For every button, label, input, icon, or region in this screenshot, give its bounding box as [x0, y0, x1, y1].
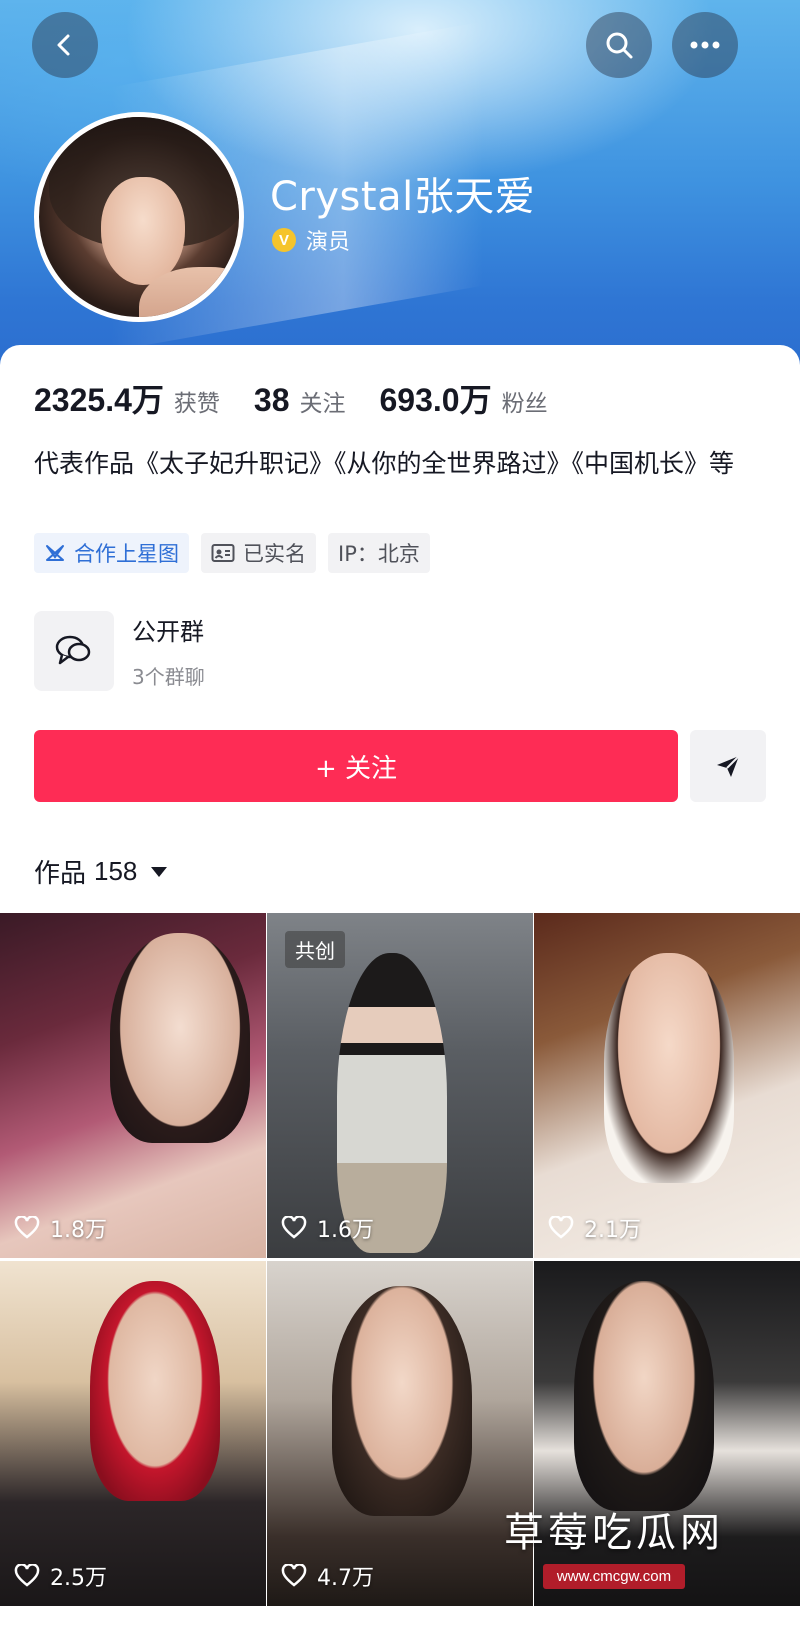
works-count: 158 [94, 856, 138, 886]
heart-icon [548, 1216, 574, 1239]
tag-star-map[interactable]: 合作上星图 [34, 533, 189, 573]
video-tile[interactable]: 1.8万 [0, 913, 266, 1258]
verified-icon: V [272, 228, 296, 252]
followers-count[interactable]: 693.0万 [379, 375, 491, 421]
video-tile[interactable]: 2.1万 [534, 913, 800, 1258]
avatar[interactable] [34, 112, 244, 322]
profile-name: Crystal张天爱 [270, 174, 536, 220]
verified-badge: V 演员 [272, 224, 350, 256]
group-title: 公开群 [132, 618, 204, 646]
heart-icon [14, 1216, 40, 1239]
site-watermark: 草莓吃瓜网 www.cmcgw.com [494, 1500, 734, 1589]
watermark-title: 草莓吃瓜网 [504, 1510, 724, 1556]
video-tile[interactable]: 2.5万 [0, 1261, 266, 1606]
star-map-icon [46, 545, 64, 561]
likes-label: 获赞 [173, 391, 220, 417]
more-button[interactable] [672, 12, 738, 78]
follow-button[interactable]: + 关注 [34, 730, 678, 802]
watermark-url: www.cmcgw.com [542, 1564, 686, 1589]
tag-verified-id[interactable]: 已实名 [201, 533, 316, 573]
group-chat-icon-box [34, 611, 114, 691]
video-like-count: 2.5万 [50, 1566, 107, 1591]
search-button[interactable] [586, 12, 652, 78]
video-like-count: 1.8万 [50, 1218, 107, 1243]
video-like-count: 1.6万 [317, 1218, 374, 1243]
following-label[interactable]: 关注 [299, 384, 345, 418]
group-subtitle: 3个群聊 [132, 665, 205, 689]
heart-icon [281, 1564, 307, 1587]
public-group-entry[interactable]: 公开群 3个群聊 [34, 611, 205, 691]
stats-row: 2325.4万 获赞 38 关注 693.0万 粉丝 [34, 375, 548, 421]
tag-star-map-label: 合作上星图 [74, 542, 179, 566]
chat-bubble-icon [55, 635, 91, 665]
works-title: 作品 [34, 859, 87, 889]
followers-label[interactable]: 粉丝 [502, 384, 548, 418]
back-button[interactable] [32, 12, 98, 78]
more-dots-icon [690, 41, 720, 49]
share-button[interactable] [690, 730, 766, 802]
works-tab[interactable]: 作品 158 [34, 853, 168, 890]
tag-ip-location: IP：北京 [328, 533, 430, 573]
cocreate-badge: 共创 [285, 931, 345, 968]
tag-verified-id-label: 已实名 [243, 542, 306, 566]
verified-label: 演员 [306, 230, 351, 255]
tag-row: 合作上星图 已实名 IP：北京 [34, 533, 430, 573]
heart-icon [14, 1564, 40, 1587]
video-tile[interactable]: 共创 1.6万 [267, 913, 533, 1258]
likes-count: 2325.4万 [34, 382, 164, 418]
video-like-count: 4.7万 [317, 1566, 374, 1591]
tag-ip-label: IP：北京 [338, 542, 420, 566]
caret-down-icon [151, 866, 168, 877]
heart-icon [281, 1216, 307, 1239]
bio-text: 代表作品《太子妃升职记》《从你的全世界路过》《中国机长》等 [34, 449, 735, 478]
chevron-left-icon [57, 34, 70, 56]
search-icon [606, 32, 633, 59]
send-icon [717, 755, 740, 777]
id-card-icon [211, 544, 235, 562]
video-like-count: 2.1万 [584, 1218, 641, 1243]
following-count[interactable]: 38 [254, 382, 290, 419]
profile-card: 2325.4万 获赞 38 关注 693.0万 粉丝 代表作品《太子妃升职记》《… [0, 345, 800, 1635]
